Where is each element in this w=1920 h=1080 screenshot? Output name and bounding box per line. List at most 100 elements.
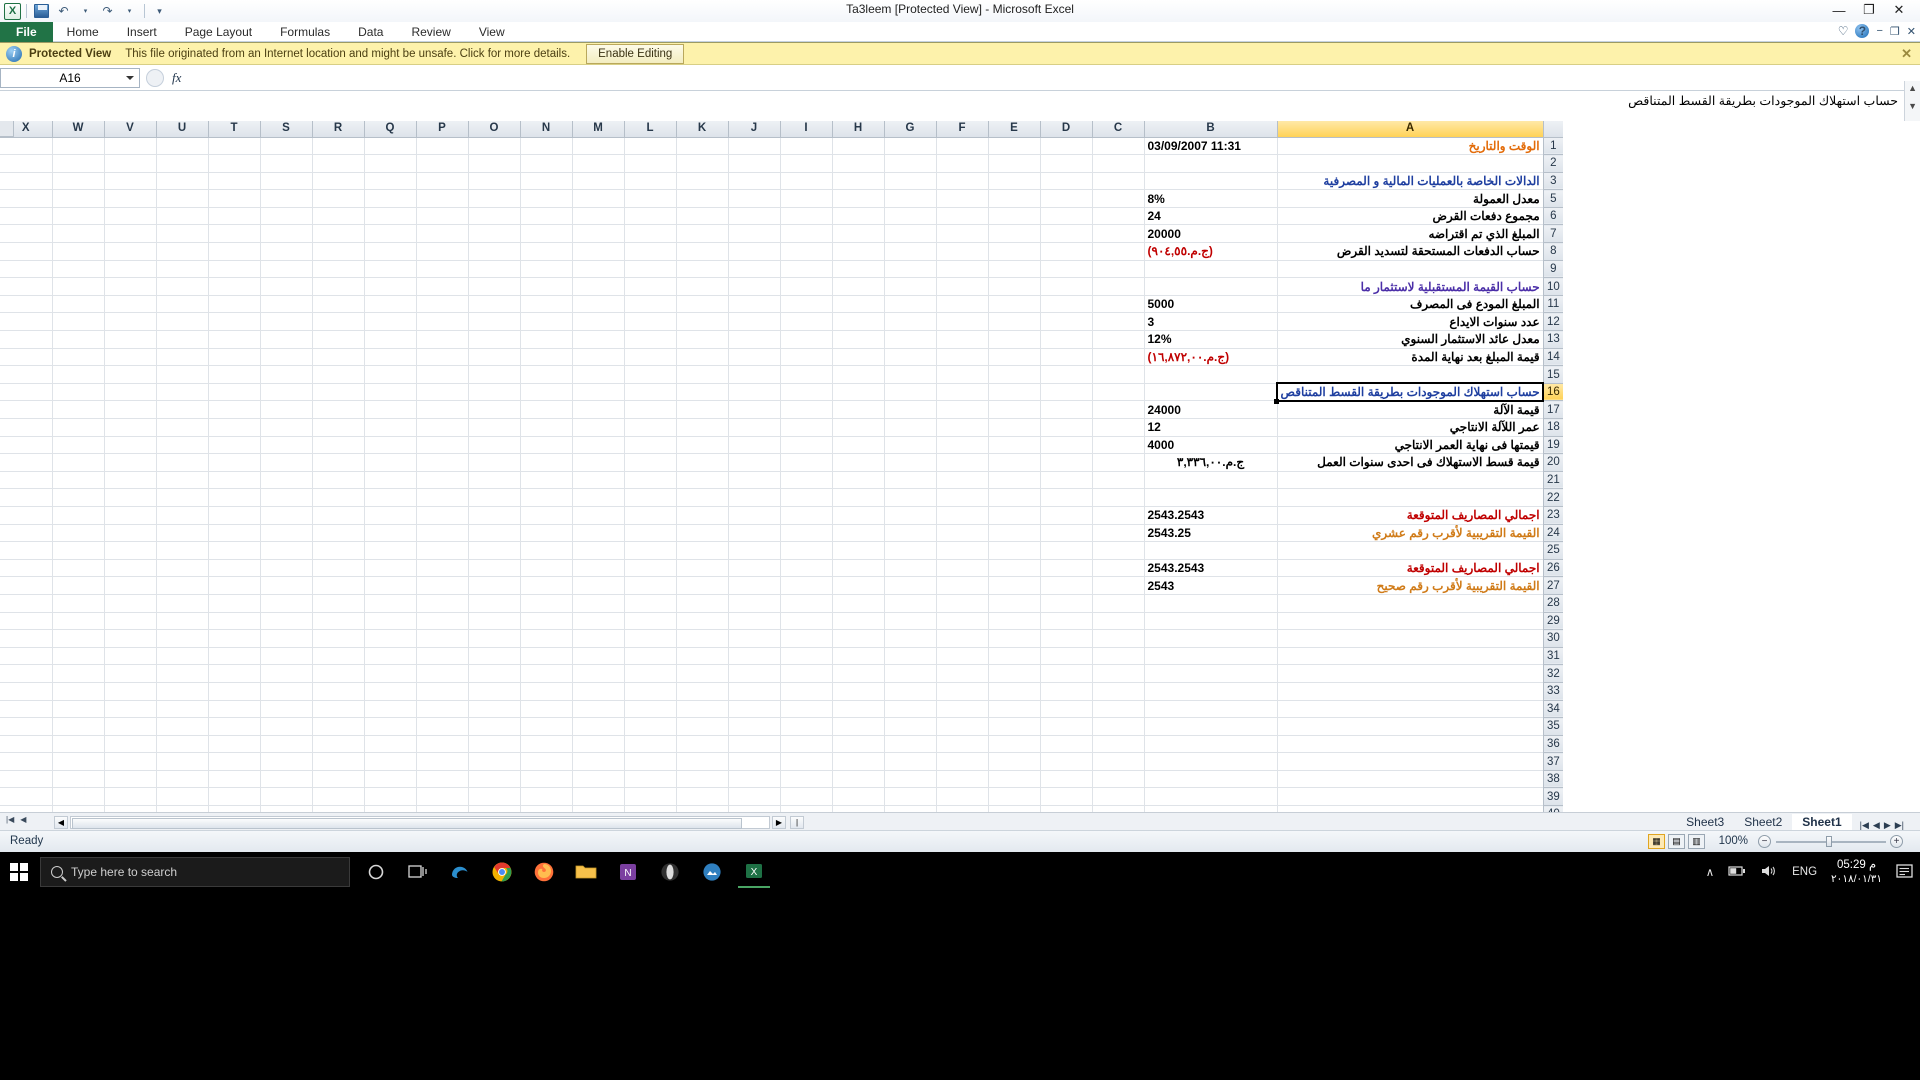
cell-J24[interactable] — [728, 524, 781, 543]
cell-M14[interactable] — [572, 348, 625, 367]
cell-D28[interactable] — [1040, 594, 1093, 613]
cell-W34[interactable] — [52, 700, 105, 719]
cell-S20[interactable] — [260, 453, 313, 472]
cell-G16[interactable] — [884, 383, 937, 402]
cell-A7[interactable]: المبلغ الذي تم اقتراضه — [1277, 224, 1544, 244]
cell-P36[interactable] — [416, 735, 469, 754]
row-header-3[interactable]: 3 — [1542, 172, 1564, 191]
cell-R1[interactable] — [312, 137, 365, 156]
cell-P2[interactable] — [416, 154, 469, 173]
zoom-thumb[interactable] — [1826, 836, 1832, 847]
row-header-19[interactable]: 19 — [1542, 436, 1564, 455]
cell-O10[interactable] — [468, 277, 521, 296]
cell-U9[interactable] — [156, 260, 209, 279]
cell-P18[interactable] — [416, 418, 469, 437]
cell-N7[interactable] — [520, 224, 573, 244]
cell-U12[interactable] — [156, 312, 209, 332]
cell-H9[interactable] — [832, 260, 885, 279]
cell-S39[interactable] — [260, 787, 313, 807]
cell-E10[interactable] — [988, 277, 1041, 296]
cell-J32[interactable] — [728, 664, 781, 683]
cell-X10[interactable] — [0, 277, 53, 296]
cell-S23[interactable] — [260, 506, 313, 525]
table-row[interactable]: 1 الوقت والتاريخ 03/09/2007 11:31 — [0, 137, 1564, 156]
cell-O18[interactable] — [468, 418, 521, 437]
cell-G18[interactable] — [884, 418, 937, 437]
cell-M2[interactable] — [572, 154, 625, 173]
cell-N9[interactable] — [520, 260, 573, 279]
cell-M36[interactable] — [572, 735, 625, 754]
cell-O30[interactable] — [468, 629, 521, 648]
cell-U37[interactable] — [156, 752, 209, 771]
cell-H28[interactable] — [832, 594, 885, 613]
cell-H26[interactable] — [832, 559, 885, 578]
ribbon-pin-icon[interactable]: ♡ — [1838, 24, 1849, 38]
cell-W29[interactable] — [52, 612, 105, 631]
cell-L30[interactable] — [624, 629, 677, 648]
cell-R27[interactable] — [312, 576, 365, 595]
cell-P29[interactable] — [416, 612, 469, 631]
chevron-down-icon[interactable] — [126, 76, 134, 80]
page-break-view-icon[interactable]: ▥ — [1688, 834, 1705, 849]
cell-M22[interactable] — [572, 488, 625, 507]
cell-I32[interactable] — [780, 664, 833, 683]
cell-U30[interactable] — [156, 629, 209, 648]
cell-A25[interactable] — [1277, 541, 1544, 560]
cell-K2[interactable] — [676, 154, 729, 173]
cell-U27[interactable] — [156, 576, 209, 595]
cell-F6[interactable] — [936, 207, 989, 226]
cell-T7[interactable] — [208, 224, 261, 244]
row-header-13[interactable]: 13 — [1542, 330, 1564, 349]
cell-H18[interactable] — [832, 418, 885, 437]
table-row[interactable]: 32 — [0, 664, 1564, 683]
cell-J15[interactable] — [728, 365, 781, 384]
cell-O11[interactable] — [468, 295, 521, 314]
cell-O38[interactable] — [468, 770, 521, 789]
cell-P1[interactable] — [416, 137, 469, 156]
opera-icon[interactable] — [654, 856, 686, 888]
cell-O35[interactable] — [468, 717, 521, 736]
row-header-26[interactable]: 26 — [1542, 559, 1564, 578]
cell-E22[interactable] — [988, 488, 1041, 507]
cell-J17[interactable] — [728, 400, 781, 419]
cell-D10[interactable] — [1040, 277, 1093, 296]
cell-D8[interactable] — [1040, 242, 1093, 261]
cell-N14[interactable] — [520, 348, 573, 367]
table-row[interactable]: 25 — [0, 541, 1564, 560]
cell-C36[interactable] — [1092, 735, 1145, 754]
cell-B6[interactable]: 24 — [1144, 207, 1278, 226]
cell-H8[interactable] — [832, 242, 885, 261]
cell-G13[interactable] — [884, 330, 937, 349]
cell-U26[interactable] — [156, 559, 209, 578]
cell-G17[interactable] — [884, 400, 937, 419]
cell-Q34[interactable] — [364, 700, 417, 719]
table-row[interactable]: 37 — [0, 752, 1564, 771]
cell-D15[interactable] — [1040, 365, 1093, 384]
cell-R25[interactable] — [312, 541, 365, 560]
cell-G36[interactable] — [884, 735, 937, 754]
cell-M9[interactable] — [572, 260, 625, 279]
cell-M12[interactable] — [572, 312, 625, 332]
cell-Q7[interactable] — [364, 224, 417, 244]
column-header-a[interactable]: A — [1277, 121, 1544, 138]
cell-T33[interactable] — [208, 682, 261, 701]
cell-P7[interactable] — [416, 224, 469, 244]
cell-L22[interactable] — [624, 488, 677, 507]
cell-M16[interactable] — [572, 383, 625, 402]
cell-D9[interactable] — [1040, 260, 1093, 279]
cell-G21[interactable] — [884, 471, 937, 490]
cell-R37[interactable] — [312, 752, 365, 771]
cell-B34[interactable] — [1144, 700, 1278, 719]
cell-H34[interactable] — [832, 700, 885, 719]
row-header-17[interactable]: 17 — [1542, 400, 1564, 419]
cell-N27[interactable] — [520, 576, 573, 595]
tab-file[interactable]: File — [0, 22, 53, 42]
cell-Q38[interactable] — [364, 770, 417, 789]
cell-R20[interactable] — [312, 453, 365, 472]
tab-insert[interactable]: Insert — [113, 22, 171, 42]
cell-L3[interactable] — [624, 172, 677, 191]
cell-M27[interactable] — [572, 576, 625, 595]
cell-K31[interactable] — [676, 647, 729, 666]
cell-Q35[interactable] — [364, 717, 417, 736]
cell-X20[interactable] — [0, 453, 53, 472]
